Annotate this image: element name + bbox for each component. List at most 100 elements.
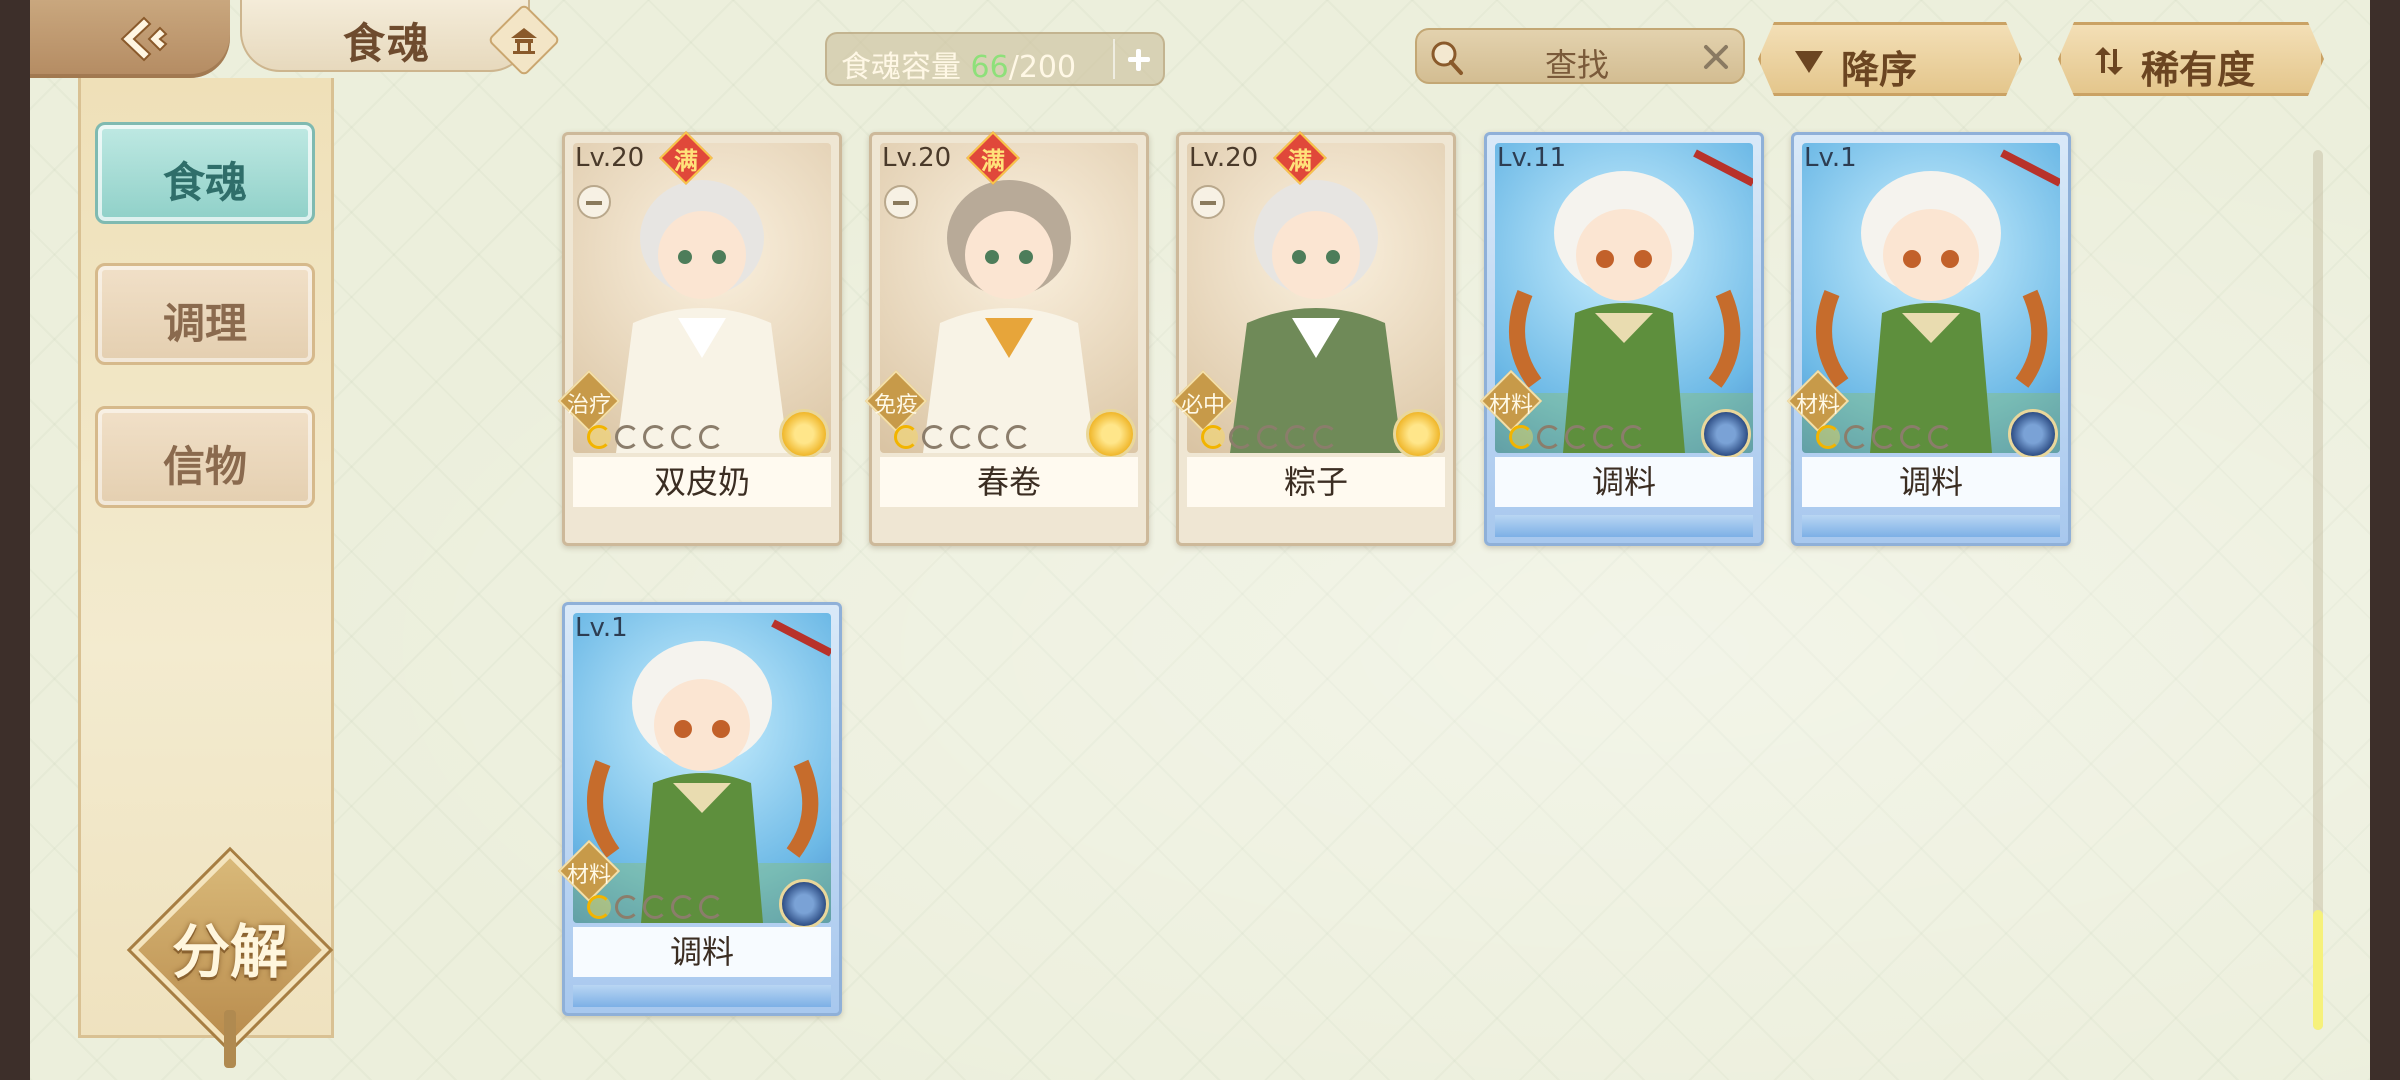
back-button[interactable] [30,0,230,78]
title-tab: 食魂 [240,0,530,72]
crescent-star-icon [699,895,723,919]
role-text: 免疫 [873,393,918,418]
food-soul-card[interactable]: Lv.1 材料 调料 [557,602,842,1016]
capacity-separator: / [1008,50,1019,85]
card-level: Lv.1 [1804,143,1857,173]
crescent-star-icon [615,895,639,919]
card-level: Lv.20 [882,143,952,173]
sort-order-label: 降序 [1841,48,1918,92]
crescent-star-icon [1565,425,1589,449]
crescent-star-icon [587,895,611,919]
role-badge: 免疫 [864,369,928,433]
role-badge: 材料 [557,839,621,903]
crescent-star-icon [1872,425,1896,449]
tab-keepsake[interactable]: 信物 [95,406,315,508]
role-text: 必中 [1180,393,1225,418]
crescent-star-icon [1229,425,1253,449]
card-name: 调料 [1495,457,1753,507]
triangle-down-icon [1791,45,1827,77]
add-capacity-button[interactable] [1113,39,1157,79]
search-input[interactable]: 查找 [1477,40,1677,86]
lock-toggle-icon[interactable] [1191,185,1225,219]
decompose-label[interactable]: 分解 [140,905,320,989]
card-name: 调料 [1802,457,2060,507]
soul-capacity: 食魂容量 66/200 [825,32,1165,86]
star-rating [894,425,1030,449]
card-level: Lv.20 [1189,143,1259,173]
role-text: 材料 [566,863,611,888]
crescent-star-icon [922,425,946,449]
crescent-star-icon [1537,425,1561,449]
rarity-flower-icon [779,409,829,459]
rarity-flower-icon [1393,409,1443,459]
card-level: Lv.11 [1497,143,1567,173]
sort-by-label: 稀有度 [2141,48,2256,92]
card-name: 粽子 [1187,457,1445,507]
crescent-star-icon [1509,425,1533,449]
tab-food-soul[interactable]: 食魂 [95,122,315,224]
rarity-flower-icon [2008,409,2058,459]
crescent-star-icon [1313,425,1337,449]
crescent-star-icon [1285,425,1309,449]
role-text: 治疗 [566,393,611,418]
capacity-max: 200 [1018,50,1077,85]
max-level-text: 满 [981,147,1005,175]
food-soul-card[interactable]: Lv.20 满必中粽子 [1171,131,1456,546]
card-footer [1495,515,1753,537]
star-rating [587,425,723,449]
tassel-ornament [224,1010,236,1068]
max-level-text: 满 [1288,147,1312,175]
crescent-star-icon [978,425,1002,449]
capacity-label: 食魂容量 [841,50,961,85]
card-footer [1802,515,2060,537]
crescent-star-icon [643,895,667,919]
pavilion-icon [511,28,537,54]
role-badge: 治疗 [557,369,621,433]
crescent-star-icon [587,425,611,449]
capacity-current: 66 [970,50,1009,85]
sort-by-button[interactable]: 稀有度 [2058,22,2324,96]
crescent-star-icon [615,425,639,449]
rarity-flower-icon [1701,409,1751,459]
food-soul-card[interactable]: Lv.20 满治疗 双皮奶 [557,131,842,546]
role-badge: 必中 [1171,369,1235,433]
crescent-star-icon [1593,425,1617,449]
card-footer [573,515,831,537]
star-rating [587,895,723,919]
role-badge: 材料 [1479,369,1543,433]
card-footer [880,515,1138,537]
food-soul-card[interactable]: Lv.20 满免疫春卷 [864,131,1149,546]
crescent-star-icon [671,895,695,919]
swap-arrows-icon [2091,45,2127,77]
role-badge: 材料 [1786,369,1850,433]
close-icon[interactable] [1701,42,1731,72]
sort-order-button[interactable]: 降序 [1758,22,2022,96]
crescent-star-icon [1006,425,1030,449]
back-arrow-icon [120,16,168,62]
search-box[interactable]: 查找 [1415,28,1745,84]
food-soul-card[interactable]: Lv.11 材料调料 [1479,132,1764,546]
max-level-text: 满 [674,147,698,175]
tab-cultivation[interactable]: 调理 [95,263,315,365]
lock-toggle-icon[interactable] [884,185,918,219]
role-text: 材料 [1795,393,1840,418]
crescent-star-icon [671,425,695,449]
scrollbar-thumb[interactable] [2313,910,2323,1030]
search-icon [1431,41,1463,75]
crescent-star-icon [1928,425,1952,449]
food-soul-card[interactable]: Lv.1 材料调料 [1786,132,2071,546]
rarity-flower-icon [779,879,829,929]
card-footer [573,985,831,1007]
game-screen: 食魂 食魂容量 66/200 查找 降序 稀有度 食魂 调理 信物 分解 Lv.… [30,0,2370,1080]
tab-label: 食魂 [162,158,247,207]
role-text: 材料 [1488,393,1533,418]
lock-toggle-icon[interactable] [577,185,611,219]
crescent-star-icon [894,425,918,449]
card-name: 春卷 [880,457,1138,507]
scrollbar-track[interactable] [2313,150,2323,1030]
crescent-star-icon [950,425,974,449]
card-level: Lv.1 [575,613,628,643]
crescent-star-icon [1844,425,1868,449]
card-level: Lv.20 [575,143,645,173]
star-rating [1201,425,1337,449]
